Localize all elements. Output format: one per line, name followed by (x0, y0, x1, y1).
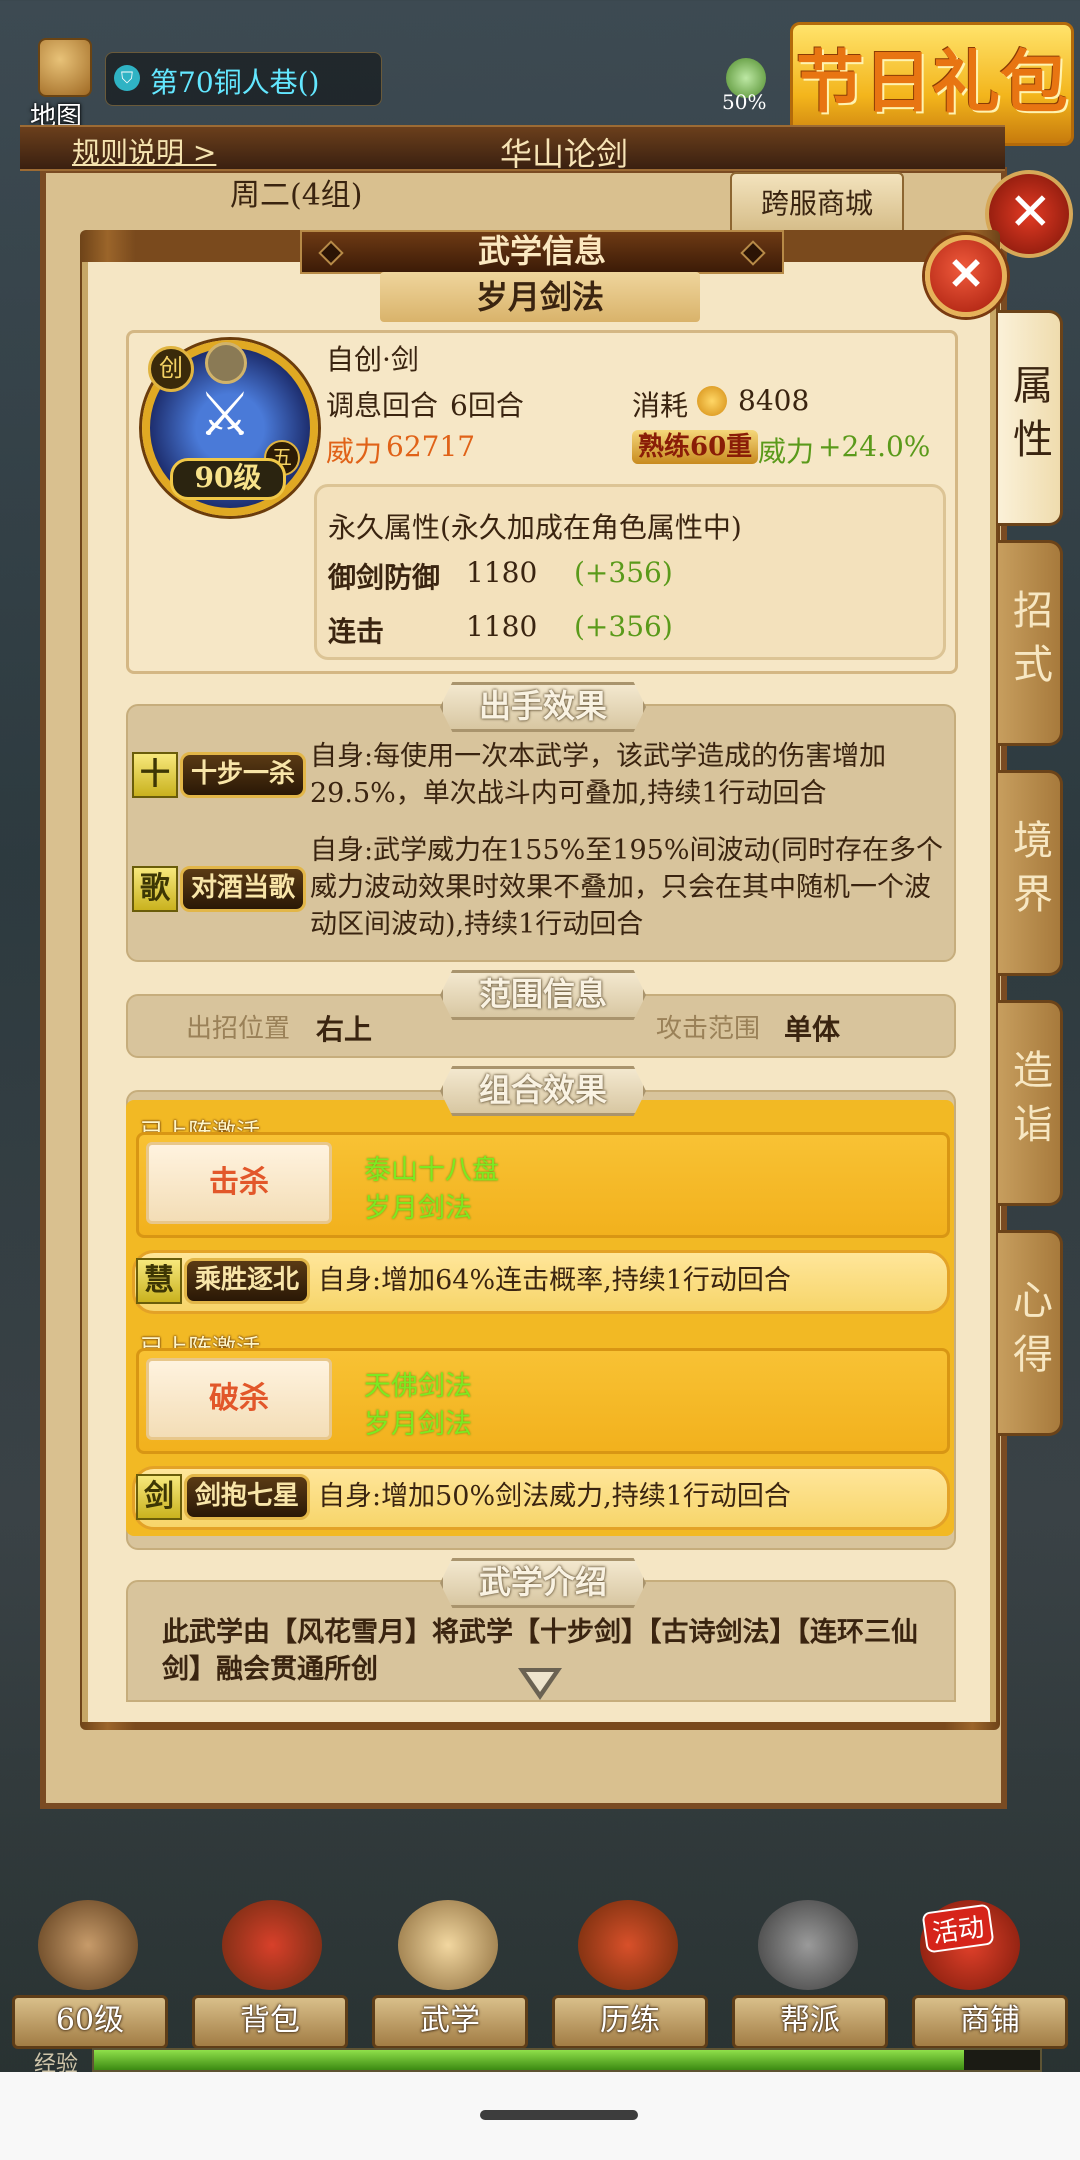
effect-tag: 十步一杀 (180, 752, 307, 798)
skill-level: 90级 (170, 458, 286, 500)
combo-header: 组合效果 (440, 1066, 646, 1116)
shield-icon: ⛉ (114, 65, 140, 91)
perm-attr-name: 连击 (328, 615, 385, 648)
tab-mastery[interactable]: 造诣 (998, 1000, 1063, 1206)
character-avatar-icon (38, 1900, 138, 1990)
combo-effect-icon: 剑 (136, 1474, 182, 1520)
home-indicator[interactable] (480, 2110, 638, 2120)
modal-title: 武学信息 (300, 230, 784, 274)
diamond-ornament (318, 240, 344, 266)
combo-effect-tag: 乘胜逐北 (184, 1258, 311, 1304)
bag-icon (222, 1900, 322, 1990)
permanent-title: 永久属性(永久加成在角色属性中) (328, 511, 742, 544)
nav-level[interactable]: 60级 (12, 1995, 168, 2049)
rest-rounds-value: 6回合 (450, 389, 524, 422)
combo-card: 破杀 (146, 1358, 332, 1440)
target-label: 攻击范围 (656, 1014, 761, 1044)
scroll-icon (398, 1900, 498, 1990)
tab-moves[interactable]: 招式 (998, 540, 1063, 746)
skill-category: 自创·剑 (326, 343, 419, 376)
scroll-down-icon[interactable] (518, 1668, 562, 1700)
effects-header: 出手效果 (440, 682, 646, 732)
effect-icon: 歌 (132, 866, 178, 912)
perm-attr-bonus: (+356) (574, 556, 673, 589)
power-bonus-label: 威力 (758, 435, 815, 468)
combo-skill: 泰山十八盘 (364, 1155, 499, 1186)
gourd-icon (578, 1900, 678, 1990)
perm-attr-name: 御剑防御 (328, 561, 441, 594)
lock-icon (205, 342, 247, 384)
effect-tag: 对酒当歌 (180, 866, 307, 912)
bottom-nav: 活动 60级 背包 武学 历练 帮派 商铺 (0, 1900, 1080, 2070)
position-label: 出招位置 (186, 1014, 291, 1044)
power-label: 威力 (326, 435, 383, 468)
position-value: 右上 (316, 1013, 373, 1046)
intro-header: 武学介绍 (440, 1558, 646, 1608)
combo-effect-icon: 慧 (136, 1258, 182, 1304)
location-label: 第70铜人巷() (150, 66, 320, 99)
modal-title-text: 武学信息 (477, 232, 606, 270)
combo-effect-text: 自身:增加64%连击概率,持续1行动回合 (318, 1265, 791, 1296)
nav-training[interactable]: 历练 (552, 1995, 708, 2049)
guild-token-icon (758, 1900, 858, 1990)
cross-server-shop-button[interactable]: 跨服商城 (730, 172, 904, 236)
perm-attr-value: 1180 (466, 556, 538, 589)
nav-bag[interactable]: 背包 (192, 1995, 348, 2049)
proficiency-badge: 熟练60重 (632, 430, 759, 464)
combo-skill: 天佛剑法 (364, 1371, 472, 1402)
power-value: 62717 (386, 430, 476, 463)
rest-rounds-label: 调息回合 (326, 389, 439, 422)
perm-attr-bonus: (+356) (574, 610, 673, 643)
tab-insight[interactable]: 心得 (998, 1230, 1063, 1436)
effect-icon: 十 (132, 752, 178, 798)
huashan-title: 华山论剑 (500, 135, 629, 173)
coin-icon (697, 386, 727, 416)
combo-skill: 岁月剑法 (364, 1193, 472, 1224)
created-badge: 创 (148, 346, 194, 392)
combo-skill: 岁月剑法 (364, 1409, 472, 1440)
close-modal-button[interactable]: ✕ (925, 235, 1007, 317)
power-bonus-value: +24.0% (818, 430, 931, 463)
rules-link[interactable]: 规则说明 > (72, 131, 216, 171)
combo-effect-text: 自身:增加50%剑法威力,持续1行动回合 (318, 1481, 791, 1512)
target-value: 单体 (784, 1013, 841, 1046)
scroll-edge-left (82, 262, 88, 1722)
xp-fill (94, 2050, 965, 2070)
xp-bar (92, 2048, 1042, 2072)
cost-label: 消耗 (632, 389, 689, 422)
effect-text: 自身:每使用一次本武学，该武学造成的伤害增加29.5%，单次战斗内可叠加,持续1… (310, 741, 887, 809)
day-group-label: 周二(4组) (230, 178, 363, 213)
close-icon: ✕ (1008, 182, 1053, 243)
location-box[interactable]: ⛉ 第70铜人巷() (105, 52, 382, 106)
map-button[interactable]: 地图 (20, 30, 105, 132)
huashan-title-bar: 规则说明 > 华山论剑 (20, 125, 1005, 173)
nav-martial-arts[interactable]: 武学 (372, 1995, 528, 2049)
combo-effect-tag: 剑抱七星 (184, 1474, 311, 1520)
skill-name: 岁月剑法 (380, 272, 700, 322)
diamond-ornament (740, 240, 766, 266)
nav-guild[interactable]: 帮派 (732, 1995, 888, 2049)
combo-card: 击杀 (146, 1142, 332, 1224)
cost-value: 8408 (738, 384, 810, 417)
sword-icon: ⚔ (198, 380, 252, 450)
tab-attributes[interactable]: 属性 (998, 310, 1063, 526)
progress-percent: 50% (722, 90, 767, 114)
map-icon (38, 38, 92, 97)
perm-attr-value: 1180 (466, 610, 538, 643)
nav-shop[interactable]: 商铺 (912, 1995, 1068, 2049)
range-header: 范围信息 (440, 970, 646, 1020)
effect-text: 自身:武学威力在155%至195%间波动(同时存在多个威力波动效果时效果不叠加，… (310, 835, 944, 940)
tab-realm[interactable]: 境界 (998, 770, 1063, 976)
scroll-edge-right (990, 262, 996, 1722)
